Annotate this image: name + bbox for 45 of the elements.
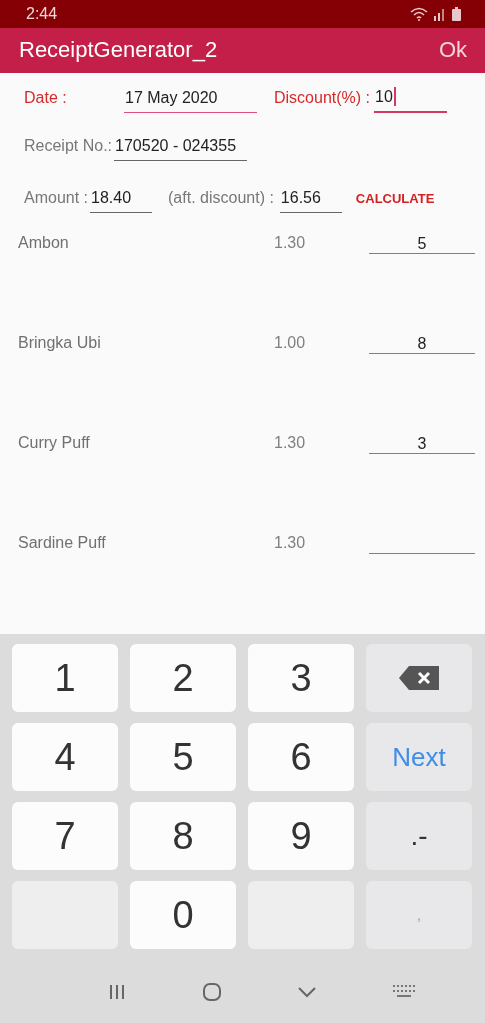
digit-key[interactable]: 7 (12, 802, 118, 870)
discounted-amount-label: (aft. discount) : (168, 189, 274, 208)
item-price: 1.30 (274, 234, 307, 252)
digit-key[interactable]: 2 (130, 644, 236, 712)
symbol-key[interactable]: .- (366, 802, 472, 870)
signal-icon (434, 6, 446, 21)
keyboard-icon[interactable] (393, 985, 418, 999)
item-name: Curry Puff (17, 434, 91, 452)
discounted-amount-field[interactable]: 16.56 (279, 189, 342, 213)
discount-field[interactable]: 10 (374, 87, 448, 113)
recents-icon[interactable] (107, 983, 126, 1001)
calculate-button[interactable]: CALCULATE (341, 191, 435, 213)
item-name: Sardine Puff (17, 534, 107, 552)
status-time: 2:44 (26, 4, 58, 23)
digit-key[interactable]: 5 (130, 723, 236, 791)
backspace-icon (399, 665, 439, 691)
battery-icon (452, 6, 461, 21)
receipt-label: Receipt No.: (24, 137, 113, 156)
item-price: 1.00 (274, 334, 307, 352)
date-field[interactable]: 17 May 2020 (124, 89, 257, 113)
ok-button[interactable]: Ok (438, 37, 467, 64)
digit-key[interactable]: 9 (248, 802, 354, 870)
amount-field[interactable]: 18.40 (90, 189, 153, 213)
item-price: 1.30 (274, 434, 307, 452)
date-label: Date : (24, 89, 68, 108)
app-title: ReceiptGenerator_2 (19, 37, 218, 64)
digit-key[interactable]: 6 (248, 723, 354, 791)
digit-key[interactable]: 0 (130, 881, 236, 949)
item-name: Ambon (17, 234, 70, 252)
wifi-icon (410, 6, 428, 21)
backspace-key[interactable] (366, 644, 472, 712)
digit-key[interactable]: 8 (130, 802, 236, 870)
home-icon[interactable] (201, 982, 222, 1002)
amount-label: Amount : (24, 189, 89, 208)
discount-label: Discount(%) : (274, 89, 371, 108)
quantity-field[interactable]: 3 (369, 434, 475, 454)
quantity-field[interactable]: 8 (369, 334, 475, 354)
chevron-down-icon[interactable] (297, 986, 318, 998)
receipt-number-field[interactable]: 170520 - 024355 (114, 137, 248, 161)
quantity-field[interactable]: 5 (369, 234, 475, 254)
digit-key[interactable]: 1 (12, 644, 118, 712)
item-price: 1.30 (274, 534, 307, 552)
item-name: Bringka Ubi (17, 334, 102, 352)
digit-key[interactable]: 4 (12, 723, 118, 791)
digit-key[interactable]: 3 (248, 644, 354, 712)
